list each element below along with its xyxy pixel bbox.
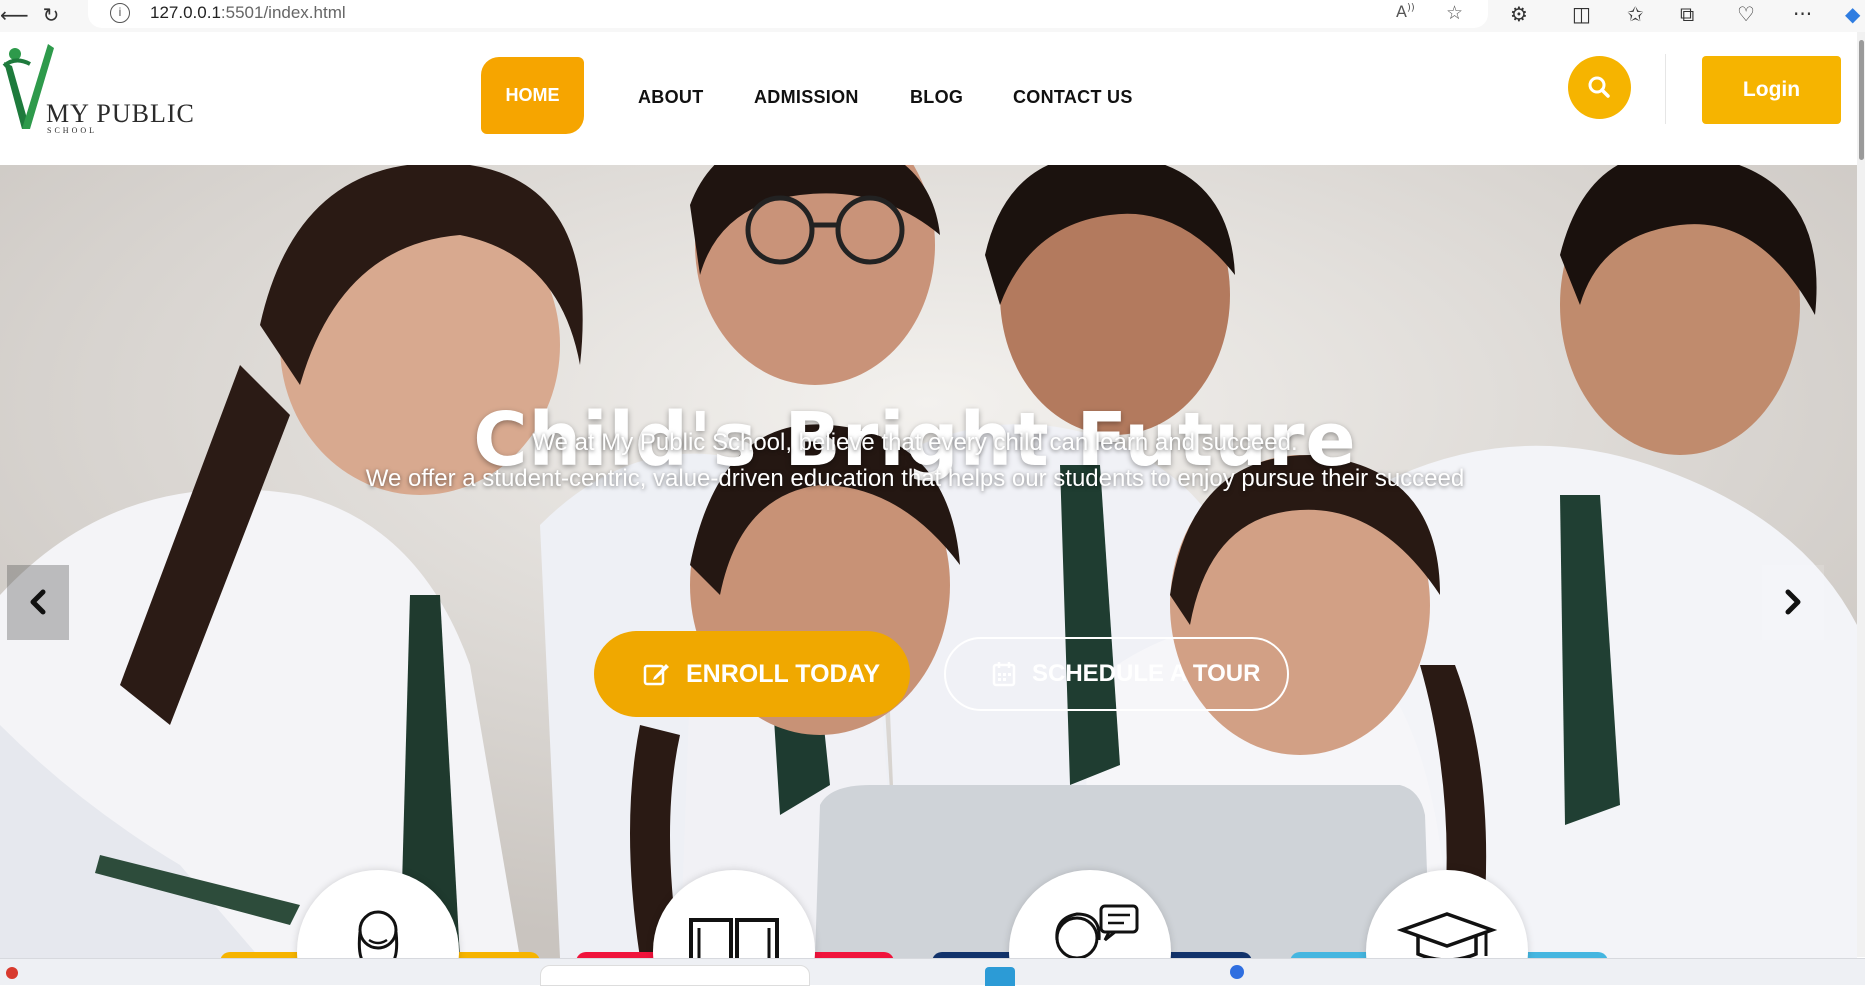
- collections-icon[interactable]: ⧉: [1680, 2, 1694, 26]
- scrollbar-thumb[interactable]: [1859, 40, 1864, 160]
- search-button[interactable]: [1568, 56, 1631, 119]
- nav-item-contact-us[interactable]: CONTACT US: [1013, 87, 1133, 108]
- schedule-tour-label: SCHEDULE A TOUR: [1032, 660, 1261, 687]
- site-header: MY PUBLIC SCHOOL HOME ABOUT ADMISSION BL…: [0, 32, 1865, 165]
- taskbar-search-box[interactable]: [540, 965, 810, 986]
- read-aloud-icon[interactable]: A)): [1396, 2, 1415, 21]
- search-icon: [1588, 76, 1610, 98]
- favorites-icon[interactable]: ✩: [1627, 2, 1644, 26]
- weather-icon[interactable]: [6, 967, 18, 979]
- favorite-star-icon[interactable]: ☆: [1446, 2, 1463, 24]
- counselor-chat-icon: [1055, 904, 1139, 958]
- browser-toolbar: ⟵ ↻ i 127.0.0.1:5501/index.html A)) ☆ ⚙ …: [0, 0, 1865, 32]
- extensions-icon[interactable]: ⚙: [1510, 2, 1528, 26]
- url-text[interactable]: 127.0.0.1:5501/index.html: [150, 3, 346, 23]
- nav-item-about[interactable]: ABOUT: [638, 87, 704, 108]
- login-button[interactable]: Login: [1702, 56, 1841, 124]
- browser-essentials-icon[interactable]: ♡: [1737, 2, 1755, 26]
- page-scrollbar[interactable]: [1857, 32, 1865, 957]
- teacher-icon: [357, 910, 399, 958]
- address-bar[interactable]: i 127.0.0.1:5501/index.html A)) ☆: [88, 0, 1488, 28]
- chevron-right-icon: [1785, 589, 1801, 615]
- os-taskbar: [0, 958, 1865, 986]
- hero-slider: Child's Bright Future We at My Public Sc…: [0, 165, 1857, 958]
- nav-item-home[interactable]: HOME: [481, 57, 584, 134]
- slider-prev-button[interactable]: [7, 565, 69, 640]
- nav-item-blog[interactable]: BLOG: [910, 87, 963, 108]
- enroll-today-button[interactable]: ENROLL TODAY: [594, 631, 910, 717]
- split-screen-icon[interactable]: ◫: [1572, 2, 1591, 26]
- schedule-tour-button[interactable]: SCHEDULE A TOUR: [944, 637, 1289, 711]
- feature-card-teacher[interactable]: [297, 870, 459, 958]
- back-icon[interactable]: ⟵: [0, 4, 29, 26]
- copilot-icon[interactable]: ◆: [1845, 2, 1860, 26]
- feature-card-counselor[interactable]: [1009, 870, 1171, 958]
- graduation-cap-icon: [1396, 912, 1498, 958]
- book-icon: [689, 918, 779, 958]
- header-divider: [1665, 54, 1666, 124]
- feature-card-graduation[interactable]: [1366, 870, 1528, 958]
- feature-card-book[interactable]: [653, 870, 815, 958]
- nav-item-admission[interactable]: ADMISSION: [754, 87, 859, 108]
- info-icon[interactable]: i: [110, 3, 130, 23]
- slider-next-button[interactable]: [1762, 565, 1824, 640]
- hero-text-line-1: We at My Public School, believe that eve…: [532, 429, 1298, 456]
- hero-students-image: [0, 165, 1857, 958]
- taskbar-app-icon[interactable]: [985, 967, 1015, 986]
- notification-badge: [1230, 965, 1244, 979]
- more-icon[interactable]: ···: [1793, 2, 1812, 26]
- edit-icon: [643, 664, 669, 686]
- calendar-icon: [992, 662, 1016, 687]
- hero-text-line-2: We offer a student-centric, value-driven…: [365, 465, 1465, 492]
- enroll-today-label: ENROLL TODAY: [686, 660, 881, 688]
- chevron-left-icon: [30, 589, 46, 615]
- reload-icon[interactable]: ↻: [40, 4, 62, 26]
